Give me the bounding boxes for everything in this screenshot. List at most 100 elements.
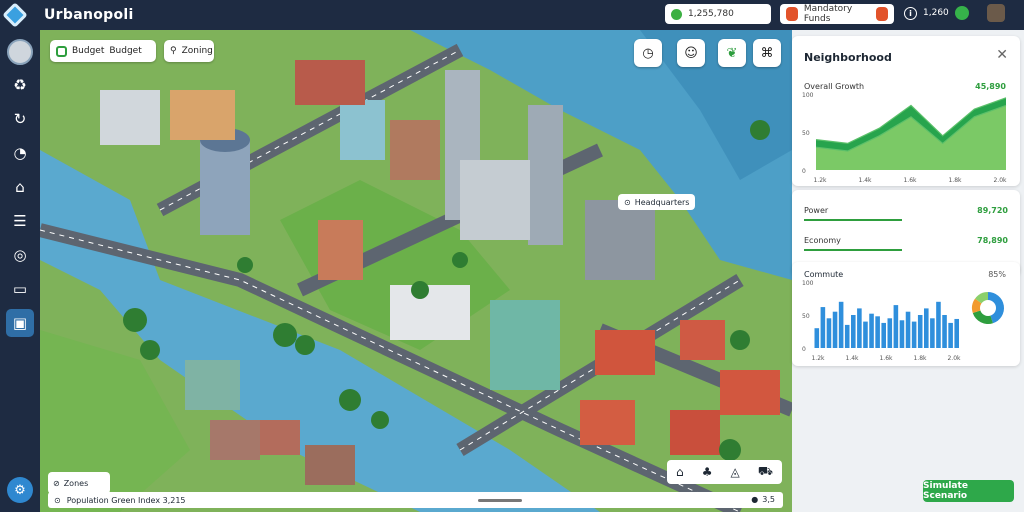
budget-chip[interactable]: Budget Budget: [50, 40, 156, 62]
glass-building: [340, 100, 385, 160]
sidebar-item-speed[interactable]: ◔: [6, 139, 34, 167]
bar: [930, 318, 935, 348]
app-logo[interactable]: [0, 0, 30, 30]
speed-dial-icon[interactable]: ●: [751, 495, 758, 504]
city-map[interactable]: Budget Budget ⚲ Zoning ◷ ☺ ❦ ⌘ ⊙ Headqua…: [40, 30, 792, 512]
zoning-icon: ⚲: [170, 46, 177, 56]
block-red: [295, 60, 365, 105]
zoning-label: Zoning: [181, 46, 213, 56]
pavilion: [185, 360, 240, 410]
commute-card: Commute 85% 100 50 0 1.2k 1.4k 1.6k 1.8k 2.0k: [792, 262, 1020, 366]
x-tick-label: 1.2k: [811, 355, 825, 362]
card-title: Neighborhood: [804, 51, 892, 64]
drop-tool-icon[interactable]: ◬: [731, 465, 740, 479]
pie-hole: [980, 300, 996, 316]
stat-row-economy: Economy 78,890: [804, 236, 1008, 251]
eco-button[interactable]: ❦: [718, 39, 746, 67]
bar: [893, 305, 899, 348]
leaf-icon: ❦: [726, 45, 738, 61]
map-icon: ▣: [12, 314, 28, 332]
bar: [936, 301, 941, 348]
top-right-group: i 1,260: [904, 4, 1005, 22]
place-label-text: Headquarters: [634, 197, 690, 207]
sidebar-item-building[interactable]: ⌂: [6, 173, 34, 201]
bar: [814, 328, 820, 348]
simulate-button[interactable]: Simulate Scenario: [923, 480, 1014, 502]
layers-icon: ⊘: [53, 478, 60, 488]
tower-dome: [200, 140, 250, 235]
population-value: 1,260: [923, 8, 949, 18]
place-label[interactable]: ⊙ Headquarters: [618, 194, 696, 210]
list-icon: ☰: [13, 212, 27, 230]
info-icon[interactable]: i: [904, 6, 917, 20]
compass-button[interactable]: ◷: [634, 39, 662, 67]
stat-row-power: Power 89,720: [804, 206, 1008, 221]
zoning-chip[interactable]: ⚲ Zoning: [164, 40, 214, 62]
teal-building: [490, 300, 560, 390]
office-block: [460, 160, 530, 240]
sidebar-item-map[interactable]: ▣: [6, 309, 34, 337]
apartment: [100, 90, 160, 145]
funds-counter[interactable]: Mandatory Funds: [780, 4, 894, 24]
white-block: [390, 285, 470, 340]
bar: [954, 318, 959, 348]
bar: [899, 320, 905, 348]
recycle-icon: ♻: [13, 76, 27, 94]
logo-icon: [2, 2, 28, 28]
resource-value: 1,255,780: [688, 9, 734, 19]
y-tick-label: 100: [802, 280, 814, 287]
refresh-icon: ↻: [13, 110, 27, 128]
pin-icon: ⊙: [624, 197, 631, 207]
network-button[interactable]: ⌘: [753, 39, 781, 67]
chat-button[interactable]: ☺: [677, 39, 705, 67]
right-panel: Neighborhood ✕ Overall Growth 45,890 100…: [792, 30, 1024, 512]
close-icon[interactable]: ✕: [996, 47, 1008, 63]
funds-label: Mandatory Funds: [803, 4, 853, 24]
y-tick-label: 0: [802, 346, 806, 353]
y-tick-label: 50: [802, 313, 810, 320]
drag-handle[interactable]: [478, 499, 522, 502]
block-orange: [170, 90, 235, 140]
compass-icon: ◷: [642, 45, 654, 61]
house-2: [680, 320, 725, 360]
chat-icon: ☺: [684, 45, 698, 61]
tower-2: [528, 105, 563, 245]
red-roof-building: [318, 220, 363, 280]
neighborhood-card: Neighborhood ✕ Overall Growth 45,890 100…: [792, 36, 1020, 186]
sidebar-item-refresh[interactable]: ↻: [6, 105, 34, 133]
zones-legend[interactable]: ⊘ Zones: [48, 472, 110, 494]
sidebar-item-recycle[interactable]: ♻: [6, 71, 34, 99]
bar: [948, 322, 953, 348]
stat-value: 78,890: [977, 236, 1008, 245]
resource-counter[interactable]: 1,255,780: [665, 4, 771, 24]
tree-tool-icon[interactable]: ♣: [702, 465, 713, 479]
funds-icon: [786, 7, 798, 21]
mayor-avatar[interactable]: [7, 39, 33, 65]
sidebar-item-globe[interactable]: ◎: [6, 241, 34, 269]
grey-office: [585, 200, 655, 280]
user-avatar[interactable]: [986, 4, 1005, 22]
x-tick-label: 1.4k: [845, 355, 859, 362]
house-6: [210, 420, 260, 460]
brick-building: [390, 120, 440, 180]
car-tool-icon[interactable]: ⛟: [758, 464, 773, 480]
stat-label: Economy: [804, 236, 841, 245]
bar: [887, 318, 893, 348]
growth-chart: 100 50 0 1.2k 1.4k 1.6k 1.8k 2.0k: [802, 92, 1007, 184]
sidebar: ♻ ↻ ◔ ⌂ ☰ ◎ ▭ ▣ ⚙: [0, 30, 40, 512]
map-tools: ⌂ ♣ ◬ ⛟: [667, 460, 782, 484]
sidebar-item-list[interactable]: ☰: [6, 207, 34, 235]
building-icon: ⌂: [15, 178, 25, 196]
commute-chart: 100 50 0 1.2k 1.4k 1.6k 1.8k 2.0k: [802, 280, 1004, 362]
house-tool-icon[interactable]: ⌂: [676, 465, 684, 479]
settings-button[interactable]: ⚙: [7, 477, 33, 503]
x-tick-label: 1.6k: [879, 355, 893, 362]
sidebar-item-chart[interactable]: ▭: [6, 275, 34, 303]
status-text: Population Green Index 3,215: [66, 495, 186, 505]
bar: [905, 311, 911, 348]
status-icon[interactable]: [954, 6, 969, 20]
stat-label: Power: [804, 206, 829, 215]
bar: [875, 316, 880, 348]
x-tick-label: 2.0k: [947, 355, 961, 362]
bar: [851, 315, 856, 348]
